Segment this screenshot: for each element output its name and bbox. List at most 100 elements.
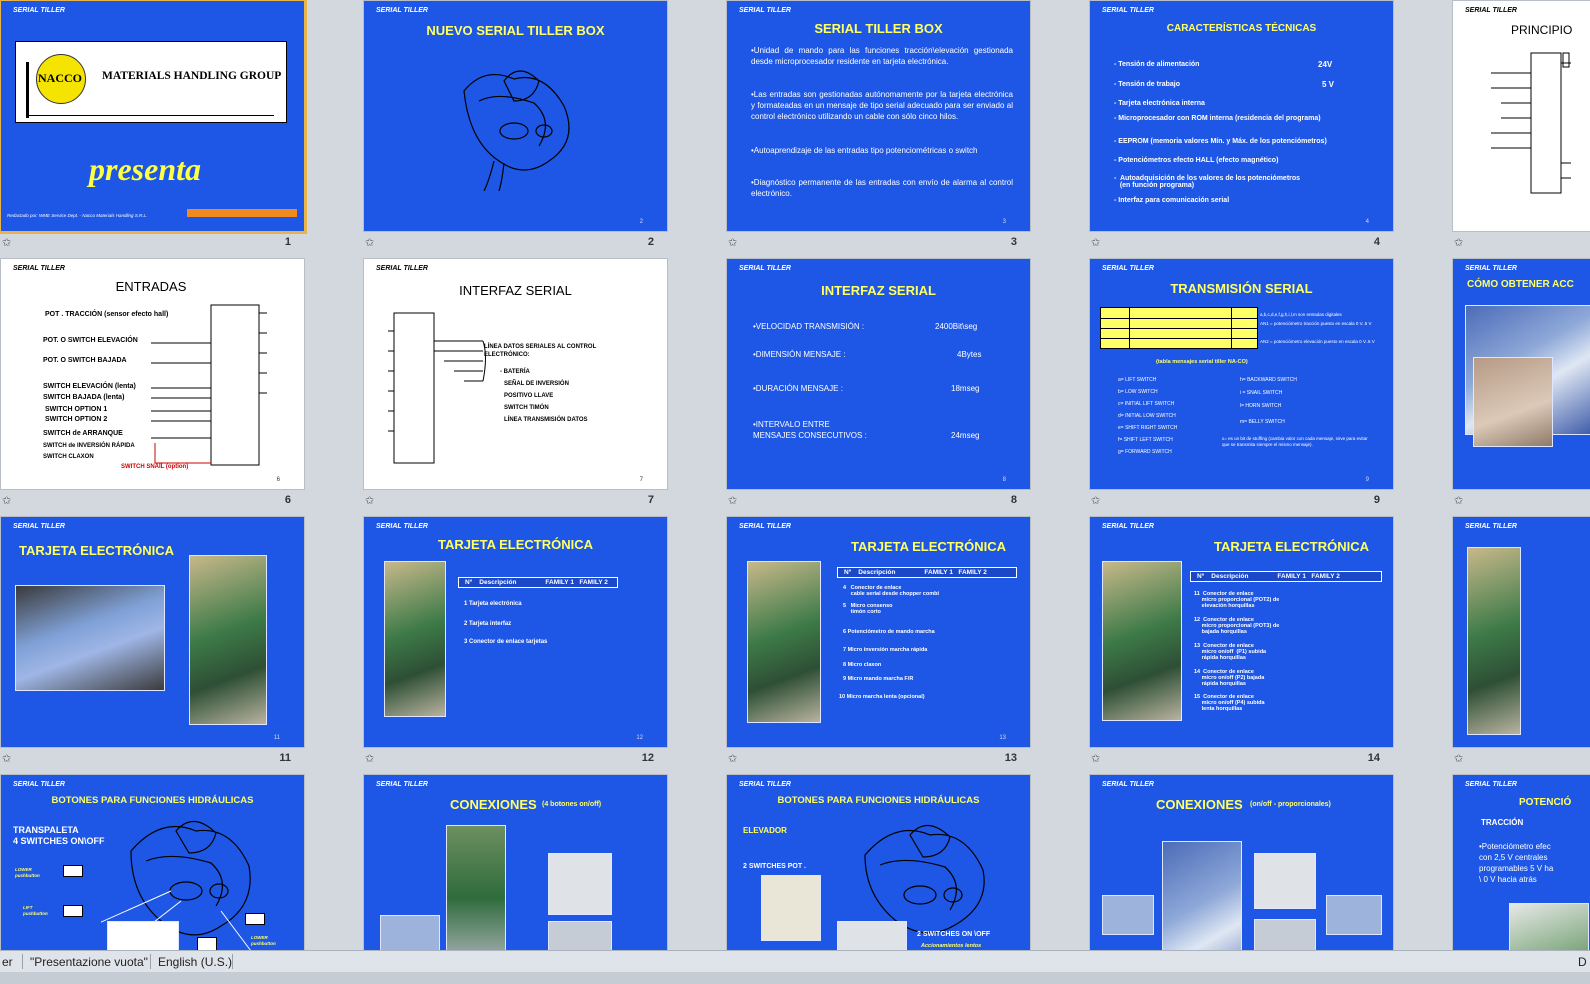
slide-preview[interactable]: SERIAL TILLER CARACTERÍSTICAS TÉCNICAS -… [1089, 0, 1394, 232]
slide-tag: SERIAL TILLER [13, 781, 65, 788]
slide-thumb-11[interactable]: SERIAL TILLER TARJETA ELECTRÓNICA 11 ✩ 1… [0, 516, 305, 774]
table-header: Nº Descripción FAMILY 1 FAMILY 2 [837, 567, 1017, 578]
switch-photo [761, 875, 821, 941]
slide-number: 8 [1010, 494, 1017, 506]
transition-star-icon[interactable]: ✩ [728, 236, 737, 249]
slide-preview[interactable]: SERIAL TILLER BOTONES PARA FUNCIONES HID… [726, 774, 1031, 963]
table-row: 5 Micro consenso timón corto [843, 603, 893, 615]
pcb-photo [747, 561, 821, 723]
logo-panel: NACCO MATERIALS HANDLING GROUP [15, 41, 287, 123]
slide-preview[interactable]: SERIAL TILLER BOTONES PARA FUNCIONES HID… [0, 774, 305, 963]
slide-thumb-4[interactable]: SERIAL TILLER CARACTERÍSTICAS TÉCNICAS -… [1089, 0, 1394, 258]
slide-preview[interactable]: SERIAL TILLER CONEXIONES (4 botones on/o… [363, 774, 668, 963]
spec-row: - Potenciómetros efecto HALL (efecto mag… [1114, 157, 1279, 164]
slide-thumb-20[interactable]: SERIAL TILLER POTENCIÓ TRACCIÓN •Potenci… [1452, 774, 1590, 963]
slide-preview[interactable]: SERIAL TILLER [1452, 516, 1590, 748]
param-label: •DURACIÓN MENSAJE : [753, 384, 843, 393]
slide-thumb-10[interactable]: SERIAL TILLER CÓMO OBTENER ACC ✩ [1452, 258, 1590, 516]
pushbutton-icon [63, 905, 83, 917]
slide-preview[interactable]: SERIAL TILLER PRINCIPIO [1452, 0, 1590, 232]
slide-thumb-17[interactable]: SERIAL TILLER CONEXIONES (4 botones on/o… [363, 774, 668, 963]
slide-title: TARJETA ELECTRÓNICA [19, 543, 175, 558]
transition-star-icon[interactable]: ✩ [2, 494, 11, 507]
transition-star-icon[interactable]: ✩ [2, 752, 11, 765]
slide-title: CÓMO OBTENER ACC [1467, 279, 1574, 290]
transition-star-icon[interactable]: ✩ [1454, 494, 1463, 507]
slide-title: POTENCIÓ [1519, 797, 1572, 808]
slide-tag: SERIAL TILLER [1465, 265, 1517, 272]
slide-thumb-3[interactable]: SERIAL TILLER SERIAL TILLER BOX •Unidad … [726, 0, 1031, 258]
slide-preview[interactable]: SERIAL TILLER CÓMO OBTENER ACC [1452, 258, 1590, 490]
slide-thumb-9[interactable]: SERIAL TILLER TRANSMISIÓN SERIAL a,b,c,d… [1089, 258, 1394, 516]
slide-thumb-19[interactable]: SERIAL TILLER CONEXIONES (on/off - propo… [1089, 774, 1394, 963]
slide-preview[interactable]: SERIAL TILLER TARJETA ELECTRÓNICA 11 [0, 516, 305, 748]
slide-tag: SERIAL TILLER [739, 523, 791, 530]
slide-thumb-8[interactable]: SERIAL TILLER INTERFAZ SERIAL •VELOCIDAD… [726, 258, 1031, 516]
transition-star-icon[interactable]: ✩ [1091, 752, 1100, 765]
transition-star-icon[interactable]: ✩ [1454, 236, 1463, 249]
input-row: SWITCH BAJADA (lenta) [43, 394, 125, 401]
transition-star-icon[interactable]: ✩ [365, 752, 374, 765]
slide-thumb-5[interactable]: SERIAL TILLER PRINCIPIO ✩ [1452, 0, 1590, 258]
slide-preview[interactable]: SERIAL TILLER CONEXIONES (on/off - propo… [1089, 774, 1394, 963]
transition-star-icon[interactable]: ✩ [1454, 752, 1463, 765]
spec-value: 5 V [1322, 80, 1335, 89]
pushbutton-label: LIFT pushbutton [23, 905, 48, 916]
slide-title: CONEXIONES [450, 797, 537, 812]
transition-star-icon[interactable]: ✩ [365, 494, 374, 507]
slide-title: CONEXIONES [1156, 797, 1243, 812]
table-row: 1 Tarjeta electrónica [464, 601, 522, 607]
transition-star-icon[interactable]: ✩ [728, 494, 737, 507]
table-row: 10 Micro marcha lenta (opcional) [839, 694, 925, 700]
status-bar: er "Presentazione vuota" English (U.S.) … [0, 950, 1590, 972]
slide-preview[interactable]: SERIAL TILLER NUEVO SERIAL TILLER BOX 2 [363, 0, 668, 232]
slide-thumb-1[interactable]: SERIAL TILLER NACCO MATERIALS HANDLING G… [0, 0, 307, 258]
transition-star-icon[interactable]: ✩ [1091, 494, 1100, 507]
transition-star-icon[interactable]: ✩ [728, 752, 737, 765]
slide-thumb-18[interactable]: SERIAL TILLER BOTONES PARA FUNCIONES HID… [726, 774, 1031, 963]
slide-preview[interactable]: SERIAL TILLER TRANSMISIÓN SERIAL a,b,c,d… [1089, 258, 1394, 490]
slide-preview[interactable]: SERIAL TILLER TARJETA ELECTRÓNICA Nº Des… [363, 516, 668, 748]
switch-legend: h= BACKWARD SWITCH [1240, 377, 1297, 383]
slide-preview[interactable]: SERIAL TILLER ENTRADAS POT . TRACCIÓN (s… [0, 258, 305, 490]
status-language[interactable]: English (U.S.) [158, 955, 232, 969]
slide-preview[interactable]: SERIAL TILLER POTENCIÓ TRACCIÓN •Potenci… [1452, 774, 1590, 963]
pushbutton-icon [245, 913, 265, 925]
slide-preview[interactable]: SERIAL TILLER INTERFAZ SERIAL •VELOCIDAD… [726, 258, 1031, 490]
logo-text: NACCO [38, 71, 82, 85]
slide-preview[interactable]: SERIAL TILLER TARJETA ELECTRÓNICA Nº Des… [1089, 516, 1394, 748]
slide-tag: SERIAL TILLER [1102, 781, 1154, 788]
input-row: SWITCH de INVERSIÓN RÁPIDA [43, 443, 135, 449]
slide-preview[interactable]: SERIAL TILLER INTERFAZ SERIAL LÍNEA DATO… [363, 258, 668, 490]
transition-star-icon[interactable]: ✩ [2, 236, 11, 249]
slide-preview[interactable]: SERIAL TILLER NACCO MATERIALS HANDLING G… [0, 0, 307, 234]
table-row: 6 Potenciómetro de mando marcha [843, 629, 935, 635]
param-value: 4Bytes [957, 350, 982, 359]
transition-star-icon[interactable]: ✩ [365, 236, 374, 249]
transition-star-icon[interactable]: ✩ [1091, 236, 1100, 249]
slide-number: 3 [1010, 236, 1017, 248]
slide-thumb-13[interactable]: SERIAL TILLER TARJETA ELECTRÓNICA Nº Des… [726, 516, 1031, 774]
switch-photo [1326, 895, 1382, 935]
switch-group-label: 2 SWITCHES POT . [743, 863, 807, 870]
slide-thumb-7[interactable]: SERIAL TILLER INTERFAZ SERIAL LÍNEA DATO… [363, 258, 668, 516]
slide-thumb-16[interactable]: SERIAL TILLER BOTONES PARA FUNCIONES HID… [0, 774, 305, 963]
slide-number: 2 [647, 236, 654, 248]
slide-thumb-12[interactable]: SERIAL TILLER TARJETA ELECTRÓNICA Nº Des… [363, 516, 668, 774]
slide-subtitle: (on/off - proporcionales) [1250, 801, 1331, 808]
status-view-label: er [2, 955, 13, 969]
status-view-button[interactable]: D [1578, 955, 1587, 969]
table-note: AN1 = potenciómetro tracción puesto en e… [1260, 321, 1372, 326]
slide-sorter: SERIAL TILLER NACCO MATERIALS HANDLING G… [0, 0, 1590, 963]
slide-thumb-14[interactable]: SERIAL TILLER TARJETA ELECTRÓNICA Nº Des… [1089, 516, 1394, 774]
table-row: 7 Micro inversión marcha rápida [843, 647, 928, 653]
slide-thumb-15[interactable]: SERIAL TILLER ✩ [1452, 516, 1590, 774]
switch-photo [548, 853, 612, 915]
status-theme-name[interactable]: "Presentazione vuota" [30, 955, 148, 969]
slide-thumb-2[interactable]: SERIAL TILLER NUEVO SERIAL TILLER BOX 2 … [363, 0, 668, 258]
slide-preview[interactable]: SERIAL TILLER SERIAL TILLER BOX •Unidad … [726, 0, 1031, 232]
slide-preview[interactable]: SERIAL TILLER TARJETA ELECTRÓNICA Nº Des… [726, 516, 1031, 748]
bullet-2: •Las entradas son gestionadas autónomame… [751, 90, 1013, 121]
slide-thumb-6[interactable]: SERIAL TILLER ENTRADAS POT . TRACCIÓN (s… [0, 258, 305, 516]
table-row: 11 Conector de enlace micro proporcional… [1194, 591, 1280, 609]
